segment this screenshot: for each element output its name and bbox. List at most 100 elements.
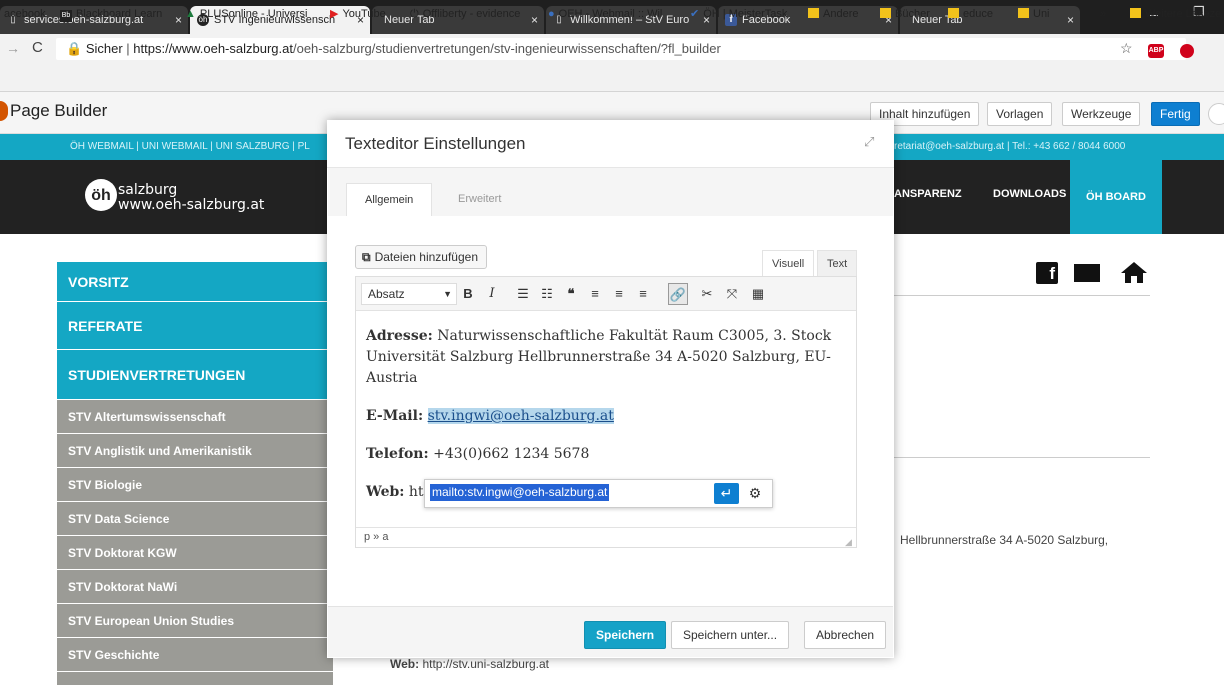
tab-allgemein[interactable]: Allgemein bbox=[346, 183, 433, 216]
url-input[interactable]: 🔒 Sicher | https://www.oeh-salzburg.at/o… bbox=[56, 38, 1186, 60]
add-files-label: Dateien hinzufügen bbox=[374, 250, 478, 264]
sidebar-studienvertretungen[interactable]: STUDIENVERTRETUNGEN bbox=[57, 350, 333, 400]
link-icon[interactable]: 🔗 bbox=[668, 283, 688, 305]
sidebar-item[interactable]: STV Altertumswissenschaft bbox=[57, 400, 333, 434]
bookmark-folder-andere[interactable]: Andere bbox=[808, 6, 858, 22]
sidebar-vorsitz[interactable]: VORSITZ bbox=[57, 262, 333, 302]
address-text-behind: Hellbrunnerstraße 34 A-5020 Salzburg, bbox=[900, 533, 1109, 547]
close-icon[interactable]: × bbox=[1067, 6, 1074, 34]
tab-text[interactable]: Text bbox=[817, 250, 858, 276]
check-icon: ✔ bbox=[690, 8, 700, 20]
done-button[interactable]: Fertig bbox=[1151, 102, 1200, 126]
align-center-icon[interactable]: ≡ bbox=[609, 283, 629, 305]
bullet-list-icon[interactable]: ☰ bbox=[513, 283, 533, 305]
chevron-down-icon: ▼ bbox=[443, 289, 452, 299]
bookmark-folder-educe[interactable]: educe bbox=[948, 6, 993, 22]
bookmark-plusonline[interactable]: ▲ PLUSonline - Universi bbox=[185, 6, 308, 22]
divider bbox=[894, 457, 1150, 458]
bookmark-folder-buecher[interactable]: Bücher bbox=[880, 6, 930, 22]
secure-label: Sicher bbox=[85, 41, 123, 56]
power-icon: ⏻ bbox=[410, 8, 419, 20]
oeh-logo[interactable]: öh bbox=[85, 179, 117, 211]
bookmarks-bar bbox=[0, 64, 1224, 92]
align-left-icon[interactable]: ≡ bbox=[585, 283, 605, 305]
email-link[interactable]: stv.ingwi@oeh-salzburg.at bbox=[427, 408, 614, 424]
add-files-button[interactable]: ⧉ Dateien hinzufügen bbox=[355, 245, 487, 269]
bookmark-label: Uni bbox=[1033, 8, 1050, 20]
sidebar-item[interactable]: STV European Union Studies bbox=[57, 604, 333, 638]
top-links[interactable]: ÖH WEBMAIL | UNI WEBMAIL | UNI SALZBURG … bbox=[70, 134, 310, 160]
save-button[interactable]: Speichern bbox=[584, 621, 667, 649]
phone-label: Telefon: bbox=[366, 446, 429, 462]
bookmark-label: OEH - Webmail :: Wil bbox=[558, 8, 663, 20]
reload-icon[interactable]: C bbox=[32, 39, 43, 56]
facebook-icon[interactable]: f bbox=[1036, 262, 1058, 284]
bookmark-youtube[interactable]: ▶ YouTube bbox=[330, 6, 386, 22]
star-icon[interactable]: ☆ bbox=[1120, 40, 1133, 57]
bookmark-folder-uni[interactable]: Uni bbox=[1018, 6, 1050, 22]
folder-icon bbox=[808, 8, 819, 18]
bookmark-webmail[interactable]: ● OEH - Webmail :: Wil bbox=[548, 6, 662, 22]
blockquote-icon[interactable]: ❝ bbox=[561, 283, 581, 305]
align-right-icon[interactable]: ≡ bbox=[633, 283, 653, 305]
templates-button[interactable]: Vorlagen bbox=[987, 102, 1053, 126]
bookmark-label: Bücher bbox=[895, 8, 930, 20]
folder-icon bbox=[880, 8, 891, 18]
close-icon[interactable]: × bbox=[175, 6, 182, 34]
web-label: Web: bbox=[390, 657, 420, 671]
nav-oeh-board[interactable]: ÖH BOARD bbox=[1070, 160, 1162, 234]
help-icon[interactable] bbox=[1208, 103, 1224, 125]
tab-erweitert[interactable]: Erweitert bbox=[440, 183, 519, 216]
mail-icon[interactable] bbox=[1074, 264, 1100, 282]
sidebar-item[interactable]: STV Data Science bbox=[57, 502, 333, 536]
save-as-button[interactable]: Speichern unter... bbox=[671, 621, 790, 649]
blocker-icon[interactable] bbox=[1180, 44, 1194, 58]
adblock-icon[interactable]: ABP bbox=[1148, 44, 1164, 58]
toolbar-toggle-icon[interactable]: ▦ bbox=[748, 283, 768, 305]
divider bbox=[894, 295, 1150, 296]
forward-icon[interactable]: → bbox=[6, 40, 20, 56]
bookmark-label: Weitere Leseze bbox=[1145, 8, 1222, 20]
home-icon[interactable] bbox=[1120, 260, 1148, 284]
bookmark-facebook[interactable]: acebook bbox=[4, 6, 46, 22]
bookmark-folder-weitere[interactable]: Weitere Leseze bbox=[1130, 6, 1221, 22]
numbered-list-icon[interactable]: ☷ bbox=[537, 283, 557, 305]
sidebar-item[interactable]: STV Geschichte bbox=[57, 638, 333, 672]
nav-transparenz[interactable]: ANSPARENZ bbox=[894, 188, 962, 200]
bookmark-meistertask[interactable]: ✔ ÖH | MeisterTask bbox=[690, 6, 787, 22]
tools-button[interactable]: Werkzeuge bbox=[1062, 102, 1141, 126]
nav-downloads[interactable]: DOWNLOADS bbox=[993, 188, 1066, 200]
youtube-icon: ▶ bbox=[330, 8, 339, 20]
sidebar-item[interactable]: STV Biologie bbox=[57, 468, 333, 502]
sidebar-referate[interactable]: REFERATE bbox=[57, 302, 333, 350]
bookmark-offliberty[interactable]: ⏻ Offliberty - evidence bbox=[410, 6, 520, 22]
bookmark-blackboard[interactable]: Bb Blackboard Learn bbox=[60, 6, 162, 22]
unlink-icon[interactable]: ✂ bbox=[697, 283, 717, 305]
apply-link-icon[interactable]: ↵ bbox=[714, 483, 739, 504]
format-select[interactable]: Absatz ▼ bbox=[361, 283, 457, 305]
sidebar-item[interactable]: STV Doktorat KGW bbox=[57, 536, 333, 570]
resize-handle-icon[interactable]: ◢ bbox=[845, 537, 852, 548]
web-value[interactable]: http://stv.uni-salzburg.at bbox=[422, 657, 549, 671]
tab-visual[interactable]: Visuell bbox=[762, 250, 815, 276]
bookmarks-overflow-button[interactable]: » bbox=[1100, 6, 1106, 22]
cancel-button[interactable]: Abbrechen bbox=[804, 621, 887, 649]
bookmark-label: ÖH | MeisterTask bbox=[703, 8, 788, 20]
fullscreen-icon[interactable]: ⤧ bbox=[722, 283, 742, 305]
italic-icon[interactable]: I bbox=[482, 283, 502, 305]
address-value: Naturwissenschaftliche Fakultät Raum C30… bbox=[366, 328, 832, 386]
lock-icon: 🔒 bbox=[66, 41, 83, 56]
folder-icon bbox=[948, 8, 959, 18]
close-icon[interactable]: × bbox=[531, 6, 538, 34]
link-url-input[interactable]: mailto:stv.ingwi@oeh-salzburg.at bbox=[430, 484, 610, 501]
expand-icon[interactable]: ⤢ bbox=[864, 134, 874, 150]
sidebar-item[interactable]: STV Doktorat NaWi bbox=[57, 570, 333, 604]
web-value: ht bbox=[408, 484, 424, 500]
web-line-behind: Web: http://stv.uni-salzburg.at bbox=[390, 657, 549, 671]
phone-value: +43(0)662 1234 5678 bbox=[433, 446, 590, 462]
sidebar-item[interactable] bbox=[57, 672, 333, 686]
gear-icon[interactable]: ⚙ bbox=[745, 483, 765, 504]
sidebar-item[interactable]: STV Anglistik und Amerikanistik bbox=[57, 434, 333, 468]
bold-icon[interactable]: B bbox=[458, 283, 478, 305]
bookmark-label: YouTube bbox=[342, 8, 386, 20]
